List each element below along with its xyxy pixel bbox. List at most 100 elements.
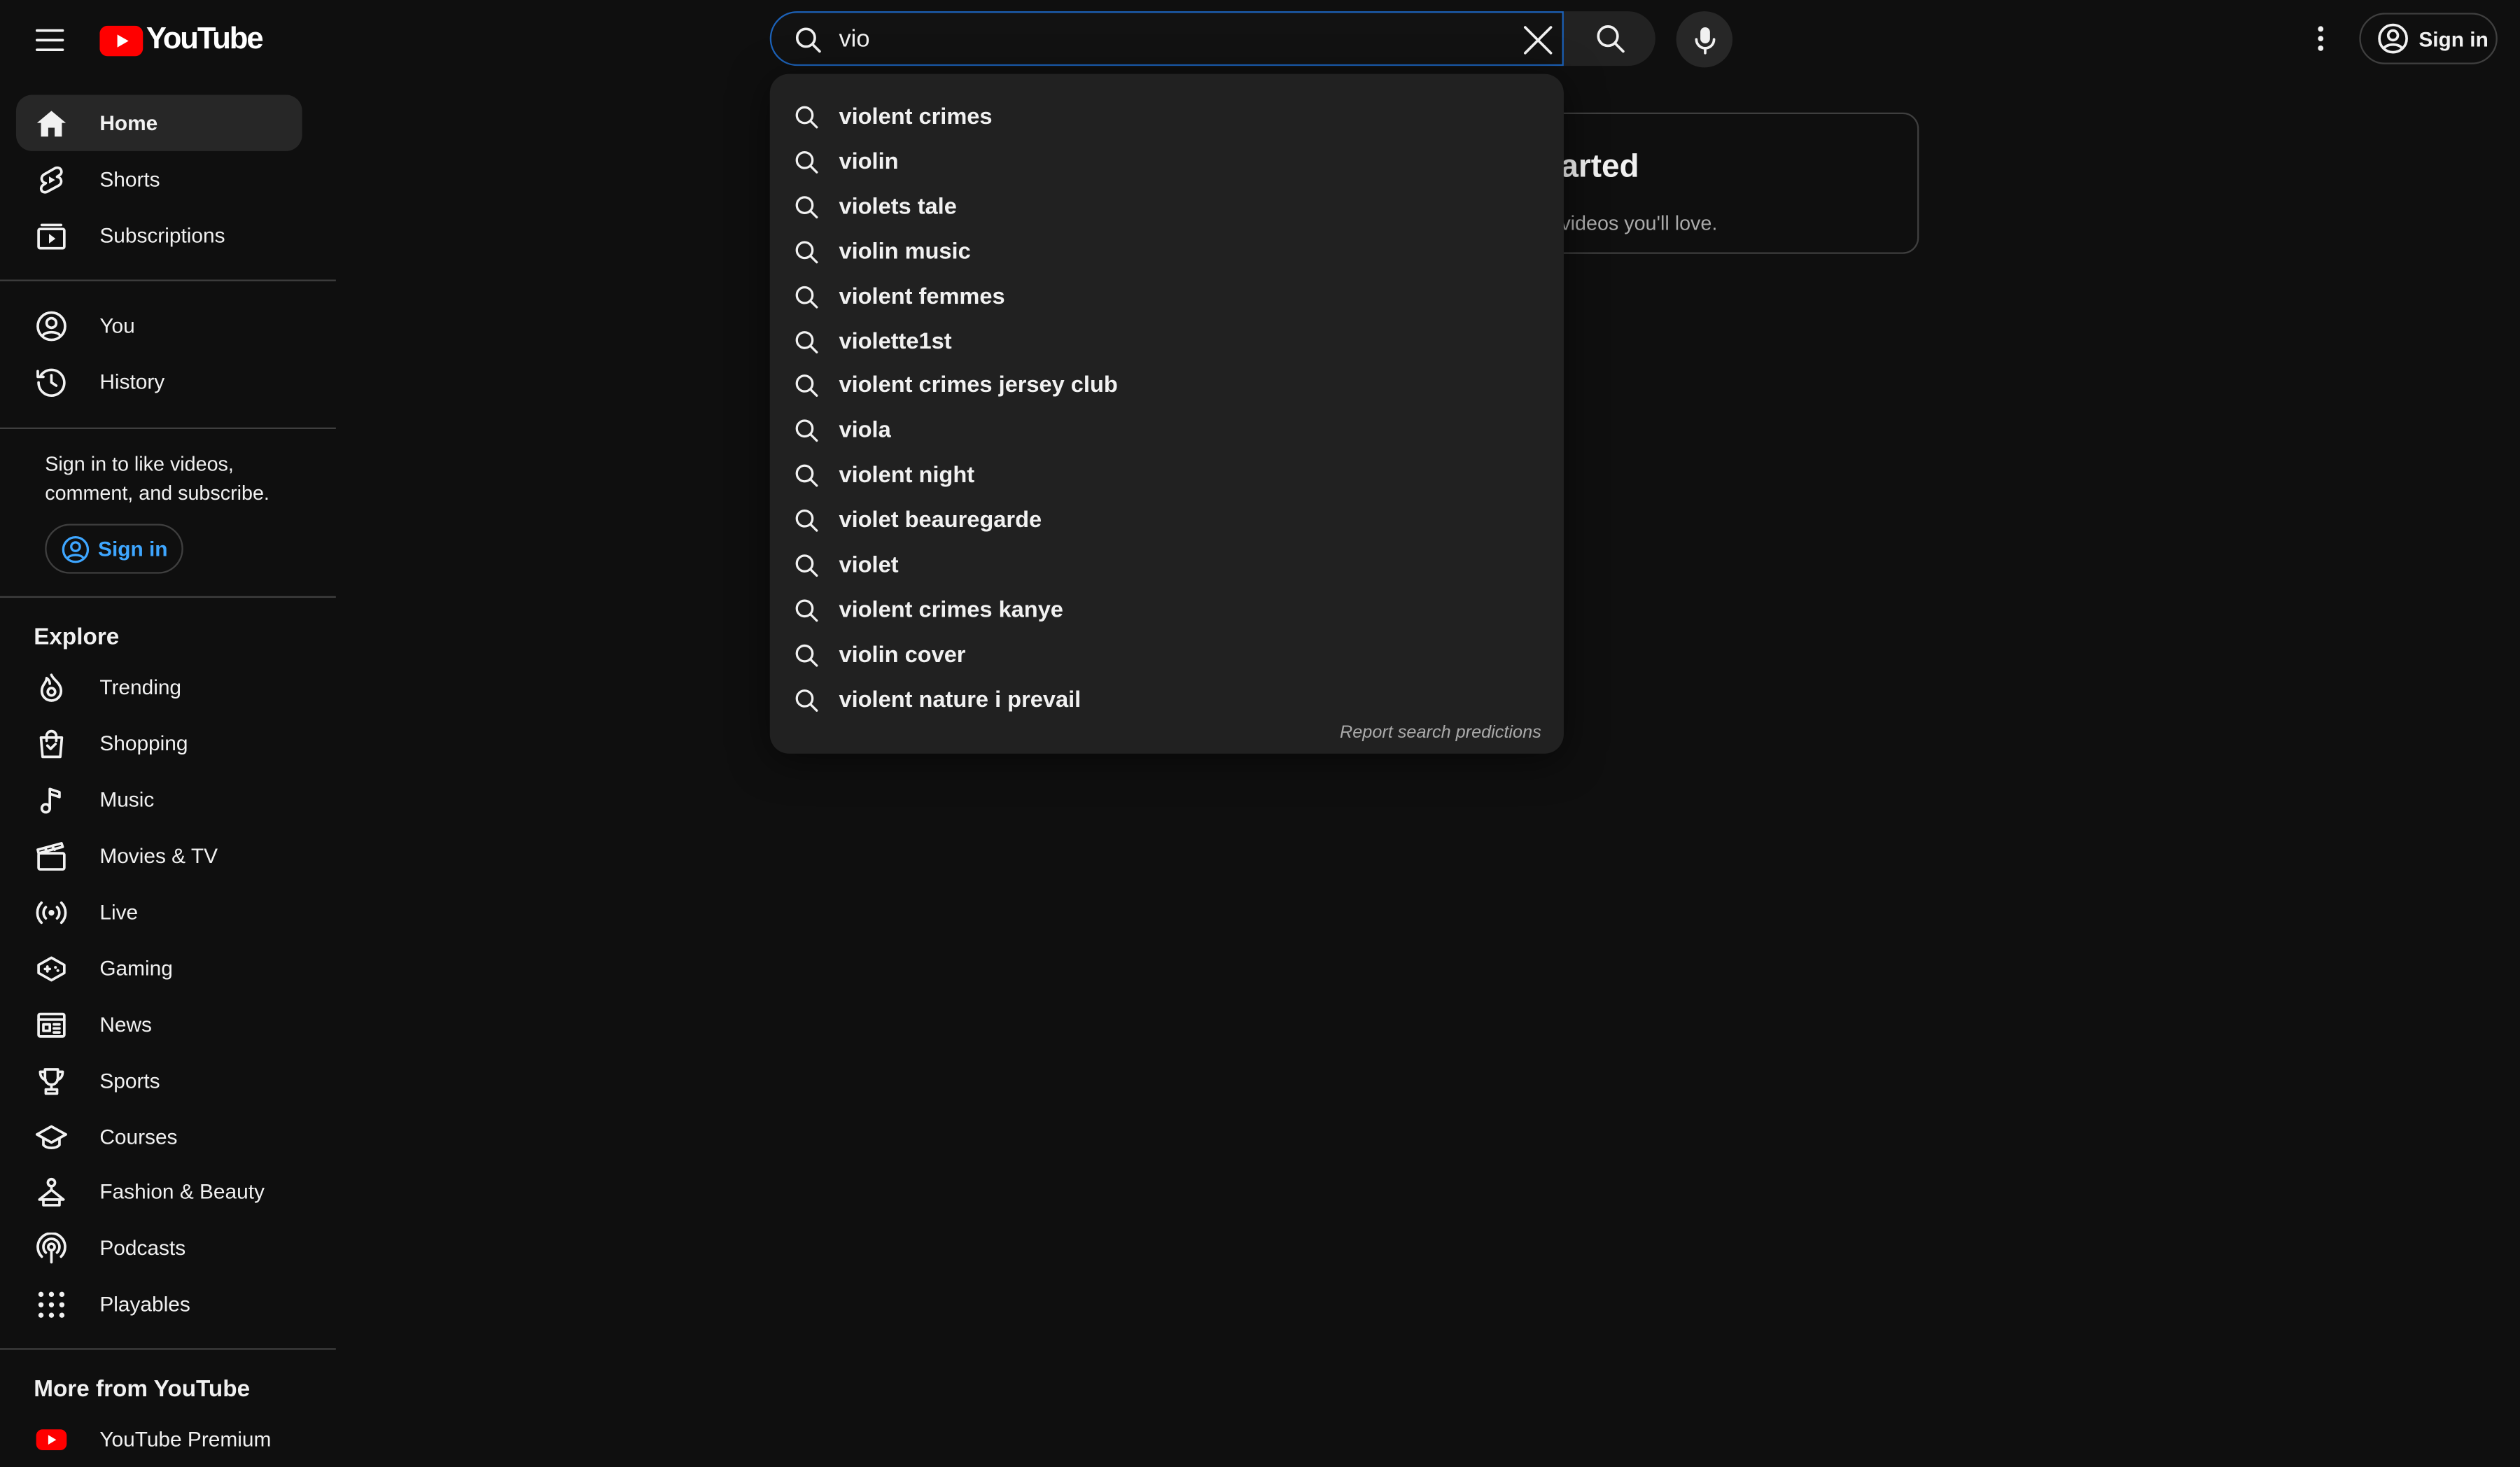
sidebar-item-fashion[interactable]: Fashion & Beauty [16, 1163, 302, 1219]
sidebar-item-label: Trending [99, 675, 182, 699]
youtube-premium-icon [36, 1429, 67, 1451]
sidebar-item-shorts[interactable]: Shorts [16, 151, 302, 207]
search-icon [795, 106, 818, 129]
sidebar-item-label: History [99, 370, 165, 394]
search-suggestion[interactable]: violet [770, 543, 1564, 588]
sidebar-item-courses[interactable]: Courses [16, 1109, 302, 1165]
search-suggestion[interactable]: violent crimes [770, 94, 1564, 139]
sign-in-label: Sign in [2418, 26, 2488, 51]
account-circle-icon [62, 535, 90, 563]
youtube-logo-icon [99, 24, 144, 56]
search-suggestion[interactable]: violin [770, 139, 1564, 184]
suggestion-text: violent crimes jersey club [839, 373, 1118, 400]
hamburger-menu-button[interactable] [22, 13, 77, 67]
suggestion-text: violette1st [839, 328, 952, 355]
hamburger-menu-icon [35, 29, 64, 52]
sidebar-item-you[interactable]: You [16, 297, 302, 353]
settings-menu-button[interactable] [2298, 16, 2343, 61]
get-started-card: arted videos you'll love. [1511, 112, 1919, 254]
sidebar-item-label: Music [99, 787, 155, 812]
search-suggestion[interactable]: violent crimes jersey club [770, 364, 1564, 409]
search-input[interactable] [839, 13, 1482, 64]
trending-icon [40, 673, 63, 702]
search-icon [1596, 25, 1624, 53]
search-suggestion[interactable]: violet beauregarde [770, 498, 1564, 543]
suggestion-text: violin music [839, 239, 971, 265]
suggestion-text: violet [839, 552, 899, 579]
dots-grid-icon [38, 1291, 65, 1318]
search-icon [795, 330, 818, 353]
shopping-bag-icon [39, 729, 64, 759]
search-suggestion[interactable]: violent nature i prevail [770, 678, 1564, 722]
search-icon [795, 285, 818, 308]
newspaper-icon [37, 1012, 66, 1038]
more-from-youtube-heading: More from YouTube [34, 1377, 251, 1403]
graduation-cap-icon [35, 1125, 67, 1149]
search-suggestion[interactable]: violent femmes [770, 274, 1564, 319]
sidebar-item-podcasts[interactable]: Podcasts [16, 1220, 302, 1276]
sidebar-item-history[interactable]: History [16, 353, 302, 409]
search-suggestion[interactable]: violent crimes kanye [770, 588, 1564, 633]
sidebar-item-sports[interactable]: Sports [16, 1053, 302, 1109]
search-icon [795, 150, 818, 174]
sidebar-divider [0, 279, 336, 281]
search-suggestion[interactable]: violent night [770, 454, 1564, 498]
search-button[interactable] [1563, 11, 1656, 66]
card-title: arted [1560, 149, 1639, 185]
music-note-icon [40, 787, 61, 814]
sign-in-button[interactable]: Sign in [2359, 13, 2498, 64]
sidebar-divider [0, 1348, 336, 1350]
report-search-predictions-link[interactable]: Report search predictions [1340, 723, 1541, 743]
sidebar-item-playables[interactable]: Playables [16, 1276, 302, 1332]
search-suggestion[interactable]: violin music [770, 230, 1564, 274]
sidebar-item-home[interactable]: Home [15, 94, 302, 151]
sidebar-item-label: Sports [99, 1068, 160, 1093]
card-subtitle: videos you'll love. [1560, 212, 1718, 235]
sidebar-item-youtube-premium[interactable]: YouTube Premium [16, 1411, 302, 1467]
clapperboard-icon [36, 842, 66, 871]
sidebar-item-label: You [99, 313, 135, 338]
search-icon [795, 27, 821, 53]
vertical-dots-icon [2318, 26, 2324, 51]
suggestion-text: viola [839, 418, 891, 444]
search-icon [795, 420, 818, 442]
sidebar-item-music[interactable]: Music [16, 771, 302, 827]
live-broadcast-icon [36, 901, 67, 925]
youtube-logo[interactable]: YouTube [99, 22, 264, 58]
sidebar-item-shopping[interactable]: Shopping [16, 715, 302, 771]
sidebar-item-label: Playables [99, 1291, 190, 1317]
sidebar-divider [0, 596, 336, 598]
sidebar-item-movies[interactable]: Movies & TV [16, 827, 302, 883]
sidebar-item-subscriptions[interactable]: Subscriptions [16, 207, 302, 263]
search-box[interactable] [769, 11, 1564, 66]
sidebar-item-label: Shopping [99, 731, 188, 756]
search-icon [795, 554, 818, 577]
sidebar-item-trending[interactable]: Trending [16, 659, 302, 715]
search-suggestion[interactable]: violette1st [770, 319, 1564, 364]
search-icon [795, 240, 818, 263]
sidebar-sign-in-button[interactable]: Sign in [45, 524, 183, 574]
sidebar-item-gaming[interactable]: Gaming [16, 940, 302, 996]
search-suggestion[interactable]: violin cover [770, 633, 1564, 678]
logo-text: YouTube [146, 22, 264, 57]
search-icon [795, 195, 818, 218]
voice-search-button[interactable] [1676, 11, 1732, 68]
sidebar-item-news[interactable]: News [16, 996, 302, 1052]
sidebar-item-label: Subscriptions [99, 223, 225, 248]
sidebar-item-label: Movies & TV [99, 843, 218, 868]
hanger-icon [38, 1177, 65, 1207]
sidebar-item-label: YouTube Premium [99, 1426, 272, 1452]
account-icon [36, 311, 66, 342]
search-icon [795, 599, 818, 622]
suggestion-text: violent night [839, 463, 975, 489]
suggestion-text: violent nature i prevail [839, 687, 1082, 713]
microphone-icon [1694, 26, 1715, 54]
search-suggestion[interactable]: viola [770, 409, 1564, 454]
clear-search-icon[interactable] [1520, 22, 1556, 58]
sidebar-item-live[interactable]: Live [16, 884, 302, 940]
sidebar-sign-in-label: Sign in [98, 536, 168, 561]
suggestion-text: violets tale [839, 194, 957, 220]
suggestion-text: violet beauregarde [839, 507, 1042, 534]
sidebar-item-label: News [99, 1012, 152, 1037]
search-suggestion[interactable]: violets tale [770, 185, 1564, 230]
